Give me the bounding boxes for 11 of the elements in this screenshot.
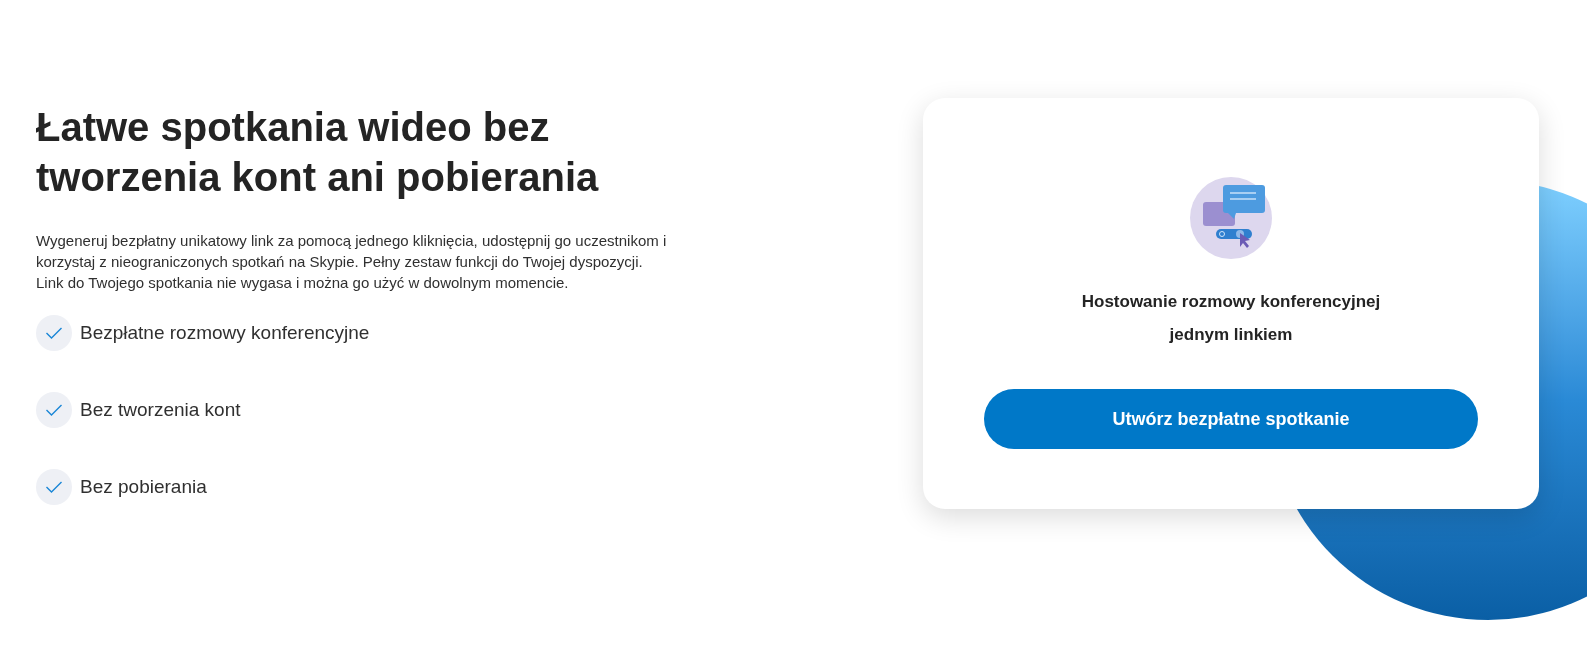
feature-text: Bezpłatne rozmowy konferencyjne (80, 320, 370, 345)
description-text: Link do Twojego spotkania nie wygasa i można go użyć w dowolnym momencie. (36, 273, 570, 293)
create-meeting-button[interactable]: Utwórz bezpłatne spotkanie (984, 389, 1478, 449)
check-icon (36, 315, 72, 351)
feature-text: Bez tworzenia kont (80, 397, 241, 422)
check-icon (36, 469, 72, 505)
card-title: Hostowanie rozmowy konferencyjnej jednym linkiem (1080, 291, 1382, 346)
feature-text: Bez pobierania (80, 474, 207, 499)
page-heading: Łatwe spotkania wideo bez tworzenia kont ani pobierania (36, 104, 600, 201)
description-text: Wygeneruj bezpłatny unikatowy link za pomocą jednego kliknięcia, udostępnij go uczestnikom i korzystaj z nieograniczonych spotkań na Skypie. Pełny zestaw funkcji do Twojej dyspozycji. (36, 231, 668, 272)
check-icon (36, 392, 72, 428)
